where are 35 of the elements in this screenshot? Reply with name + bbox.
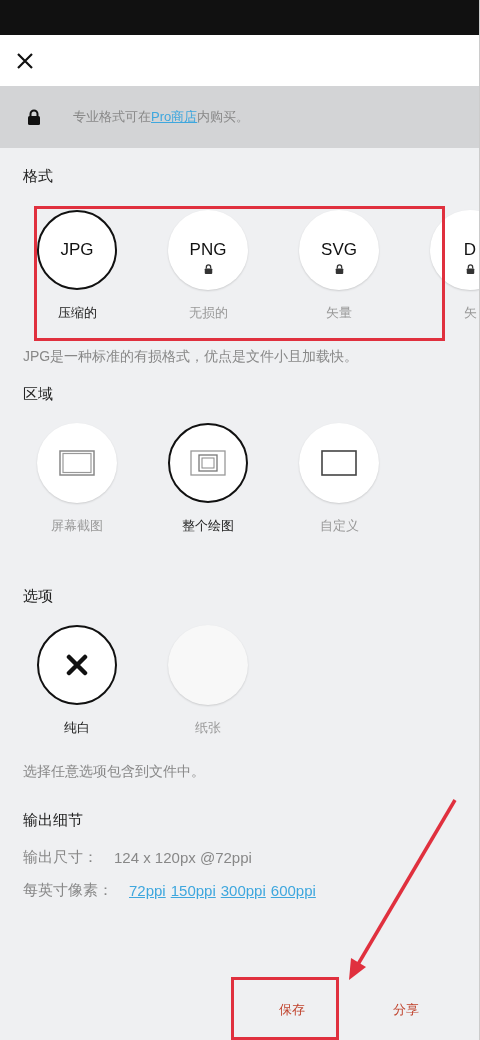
ppi-link[interactable]: 600ppi [270, 882, 316, 899]
format-option[interactable]: PNG [168, 210, 248, 290]
frame-icon [190, 450, 226, 476]
option-label: 矢 [463, 304, 477, 322]
format-option[interactable]: SVG [299, 210, 379, 290]
ppi-label: 每英寸像素： [23, 881, 113, 900]
section-title: 选项 [22, 587, 54, 606]
ppi-link[interactable]: 150ppi [170, 882, 216, 899]
option-label: 屏幕截图 [51, 517, 103, 535]
ppi-link[interactable]: 72ppi [129, 882, 166, 899]
lock-icon [27, 109, 41, 125]
section-title: 格式 [22, 167, 54, 186]
ppi-link[interactable]: 300ppi [220, 882, 266, 899]
format-option[interactable]: JPG [37, 210, 117, 290]
action-button[interactable]: 分享 [353, 980, 459, 1040]
format-description: JPG是一种标准的有损格式，优点是文件小且加载快。 [22, 348, 360, 366]
options-description: 选择任意选项包含到文件中。 [22, 763, 206, 781]
frame-icon [59, 450, 95, 476]
format-option[interactable]: D [430, 210, 479, 290]
size-label: 输出尺寸： [23, 848, 98, 867]
close-icon [66, 654, 88, 676]
option-label: 自定义 [319, 517, 359, 535]
option-label: 无损的 [188, 304, 228, 322]
option-label: 矢量 [326, 304, 352, 322]
rectangle-icon [321, 450, 357, 476]
section-title: 区域 [22, 385, 54, 404]
action-button[interactable]: 保存 [239, 980, 345, 1040]
option-label: 整个绘图 [182, 517, 234, 535]
option-label: 纯白 [64, 719, 90, 737]
section-title: 输出细节 [22, 811, 84, 830]
close-icon[interactable] [16, 51, 34, 70]
option-label: 压缩的 [57, 304, 97, 322]
option-label: 纸张 [195, 719, 221, 737]
size-value: 124 x 120px @72ppi [114, 849, 252, 866]
pro-store-notice: 专业格式可在Pro商店内购买。 [73, 108, 250, 126]
